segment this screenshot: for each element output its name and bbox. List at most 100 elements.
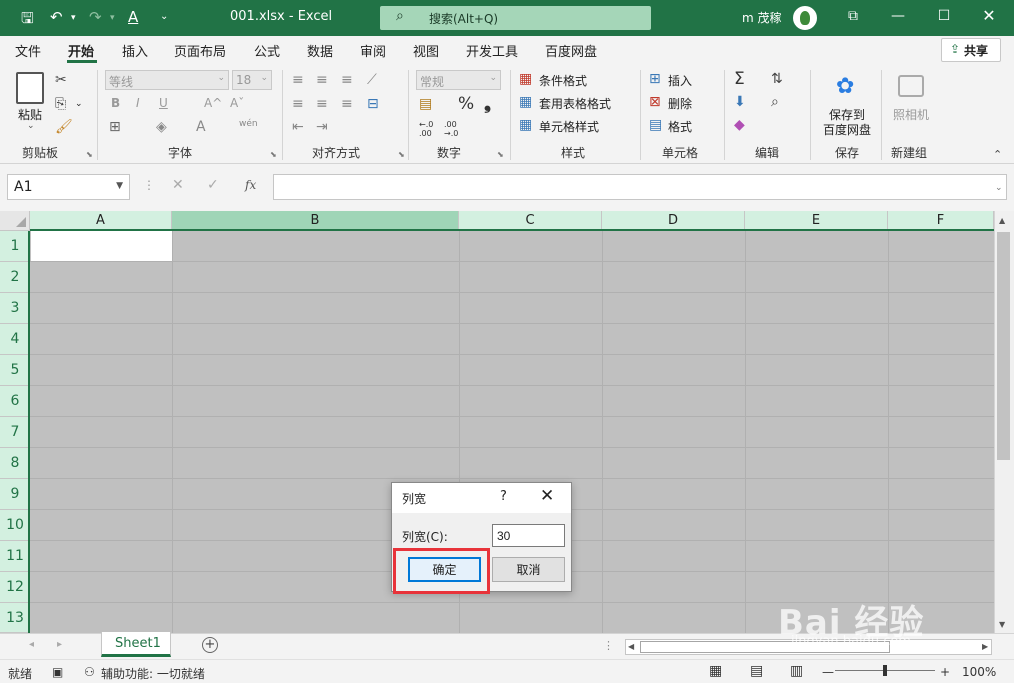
- formula-input[interactable]: [273, 174, 1007, 200]
- column-header-f[interactable]: F: [888, 211, 994, 231]
- zoom-level[interactable]: 100%: [962, 665, 996, 679]
- column-header-d[interactable]: D: [602, 211, 745, 231]
- format-cells-icon[interactable]: ▤: [649, 117, 662, 133]
- tab-splitter-icon[interactable]: ⋮: [603, 639, 614, 652]
- zoom-in-icon[interactable]: +: [940, 665, 950, 679]
- tab-home[interactable]: 开始: [68, 41, 94, 60]
- find-select-icon[interactable]: ⌕: [771, 94, 779, 110]
- copy-dropdown-icon[interactable]: ⌄: [75, 99, 83, 109]
- insert-cells-button[interactable]: 插入: [668, 72, 692, 89]
- row-header-6[interactable]: 6: [0, 386, 30, 417]
- paste-icon[interactable]: [16, 72, 44, 104]
- row-header-4[interactable]: 4: [0, 324, 30, 355]
- expand-formula-bar-icon[interactable]: ⌄: [995, 183, 1003, 193]
- paste-dropdown-icon[interactable]: ⌄: [27, 121, 35, 131]
- sort-filter-icon[interactable]: ⇅: [771, 71, 783, 87]
- row-header-12[interactable]: 12: [0, 572, 30, 603]
- save-icon[interactable]: 🖫: [21, 8, 34, 33]
- tab-view[interactable]: 视图: [413, 41, 439, 60]
- insert-cells-icon[interactable]: ⊞: [649, 71, 661, 87]
- autosum-button[interactable]: Σ: [734, 69, 745, 89]
- conditional-format-icon[interactable]: ▦: [519, 71, 532, 87]
- column-header-c[interactable]: C: [459, 211, 602, 231]
- number-launcher-icon[interactable]: ⬊: [497, 150, 504, 159]
- search-box[interactable]: ⌕ 搜索(Alt+Q): [380, 6, 651, 30]
- next-sheet-icon[interactable]: ▸: [57, 639, 62, 650]
- insert-function-button[interactable]: fx: [245, 178, 256, 192]
- tab-insert[interactable]: 插入: [122, 41, 148, 60]
- page-break-view-icon[interactable]: ▥: [790, 663, 803, 679]
- select-all-button[interactable]: [0, 211, 30, 231]
- tab-formulas[interactable]: 公式: [254, 41, 280, 60]
- baidu-netdisk-icon[interactable]: ✿: [836, 74, 854, 99]
- save-to-netdisk-line2[interactable]: 百度网盘: [823, 121, 871, 138]
- row-header-10[interactable]: 10: [0, 510, 30, 541]
- undo-icon[interactable]: ↶: [50, 8, 63, 26]
- conditional-format-button[interactable]: 条件格式: [539, 72, 587, 89]
- close-icon[interactable]: ✕: [540, 486, 554, 506]
- ribbon-display-icon[interactable]: ⧉: [843, 8, 863, 24]
- font-launcher-icon[interactable]: ⬊: [270, 150, 277, 159]
- row-header-9[interactable]: 9: [0, 479, 30, 510]
- scroll-right-icon[interactable]: ▶: [982, 642, 988, 651]
- delete-cells-icon[interactable]: ⊠: [649, 94, 661, 110]
- prev-sheet-icon[interactable]: ◂: [29, 639, 34, 650]
- column-width-input[interactable]: [492, 524, 565, 547]
- cell-styles-button[interactable]: 单元格样式: [539, 118, 599, 135]
- collapse-ribbon-icon[interactable]: ⌃: [993, 148, 1002, 161]
- close-window-icon[interactable]: ✕: [979, 6, 999, 25]
- minimize-icon[interactable]: —: [888, 8, 908, 24]
- copy-icon[interactable]: ⎘: [55, 96, 66, 112]
- format-as-table-icon[interactable]: ▦: [519, 94, 532, 110]
- font-color-icon[interactable]: A: [128, 8, 138, 26]
- undo-dropdown-icon[interactable]: ▾: [71, 13, 76, 23]
- help-button[interactable]: ?: [500, 489, 507, 504]
- clear-icon[interactable]: ◆: [734, 117, 745, 133]
- scroll-left-icon[interactable]: ◀: [628, 642, 634, 651]
- cancel-button[interactable]: 取消: [492, 557, 565, 582]
- tab-review[interactable]: 审阅: [360, 41, 386, 60]
- add-sheet-icon[interactable]: +: [202, 637, 218, 653]
- active-cell-a1[interactable]: [31, 231, 172, 261]
- format-painter-icon[interactable]: 🖌: [55, 119, 73, 135]
- accessibility-status[interactable]: 辅助功能: 一切就绪: [101, 665, 205, 682]
- zoom-out-icon[interactable]: —: [822, 665, 834, 679]
- row-header-13[interactable]: 13: [0, 603, 30, 633]
- column-header-e[interactable]: E: [745, 211, 888, 231]
- row-header-5[interactable]: 5: [0, 355, 30, 386]
- format-cells-button[interactable]: 格式: [668, 118, 692, 135]
- maximize-icon[interactable]: ☐: [934, 8, 954, 24]
- row-header-8[interactable]: 8: [0, 448, 30, 479]
- name-box[interactable]: A1 ▼: [7, 174, 130, 200]
- customize-toolbar-icon[interactable]: ⌄: [160, 11, 168, 22]
- column-header-b[interactable]: B: [172, 211, 459, 231]
- share-button[interactable]: ⇪ 共享: [941, 38, 1001, 62]
- column-header-a[interactable]: A: [30, 211, 172, 231]
- macro-record-icon[interactable]: ▣: [52, 665, 63, 679]
- vertical-scroll-thumb[interactable]: [997, 232, 1010, 460]
- scroll-down-icon[interactable]: ▼: [999, 620, 1005, 629]
- delete-cells-button[interactable]: 删除: [668, 95, 692, 112]
- tab-file[interactable]: 文件: [15, 41, 41, 60]
- chevron-down-icon[interactable]: ▼: [116, 181, 123, 191]
- clipboard-launcher-icon[interactable]: ⬊: [86, 150, 93, 159]
- row-header-1[interactable]: 1: [0, 231, 30, 262]
- user-name[interactable]: m 茂稼: [742, 9, 782, 26]
- row-header-2[interactable]: 2: [0, 262, 30, 293]
- row-header-7[interactable]: 7: [0, 417, 30, 448]
- page-layout-view-icon[interactable]: ▤: [750, 663, 763, 679]
- zoom-slider-thumb[interactable]: [883, 665, 887, 676]
- format-as-table-button[interactable]: 套用表格格式: [539, 95, 611, 112]
- row-header-11[interactable]: 11: [0, 541, 30, 572]
- cut-icon[interactable]: ✂: [55, 72, 67, 88]
- tab-page-layout[interactable]: 页面布局: [174, 41, 226, 60]
- sheet-tab-sheet1[interactable]: Sheet1: [101, 632, 171, 657]
- scroll-up-icon[interactable]: ▲: [999, 216, 1005, 225]
- avatar[interactable]: [793, 6, 817, 30]
- row-header-3[interactable]: 3: [0, 293, 30, 324]
- tab-data[interactable]: 数据: [307, 41, 333, 60]
- tab-developer[interactable]: 开发工具: [466, 41, 518, 60]
- normal-view-icon[interactable]: ▦: [709, 663, 722, 679]
- cell-styles-icon[interactable]: ▦: [519, 117, 532, 133]
- alignment-launcher-icon[interactable]: ⬊: [398, 150, 405, 159]
